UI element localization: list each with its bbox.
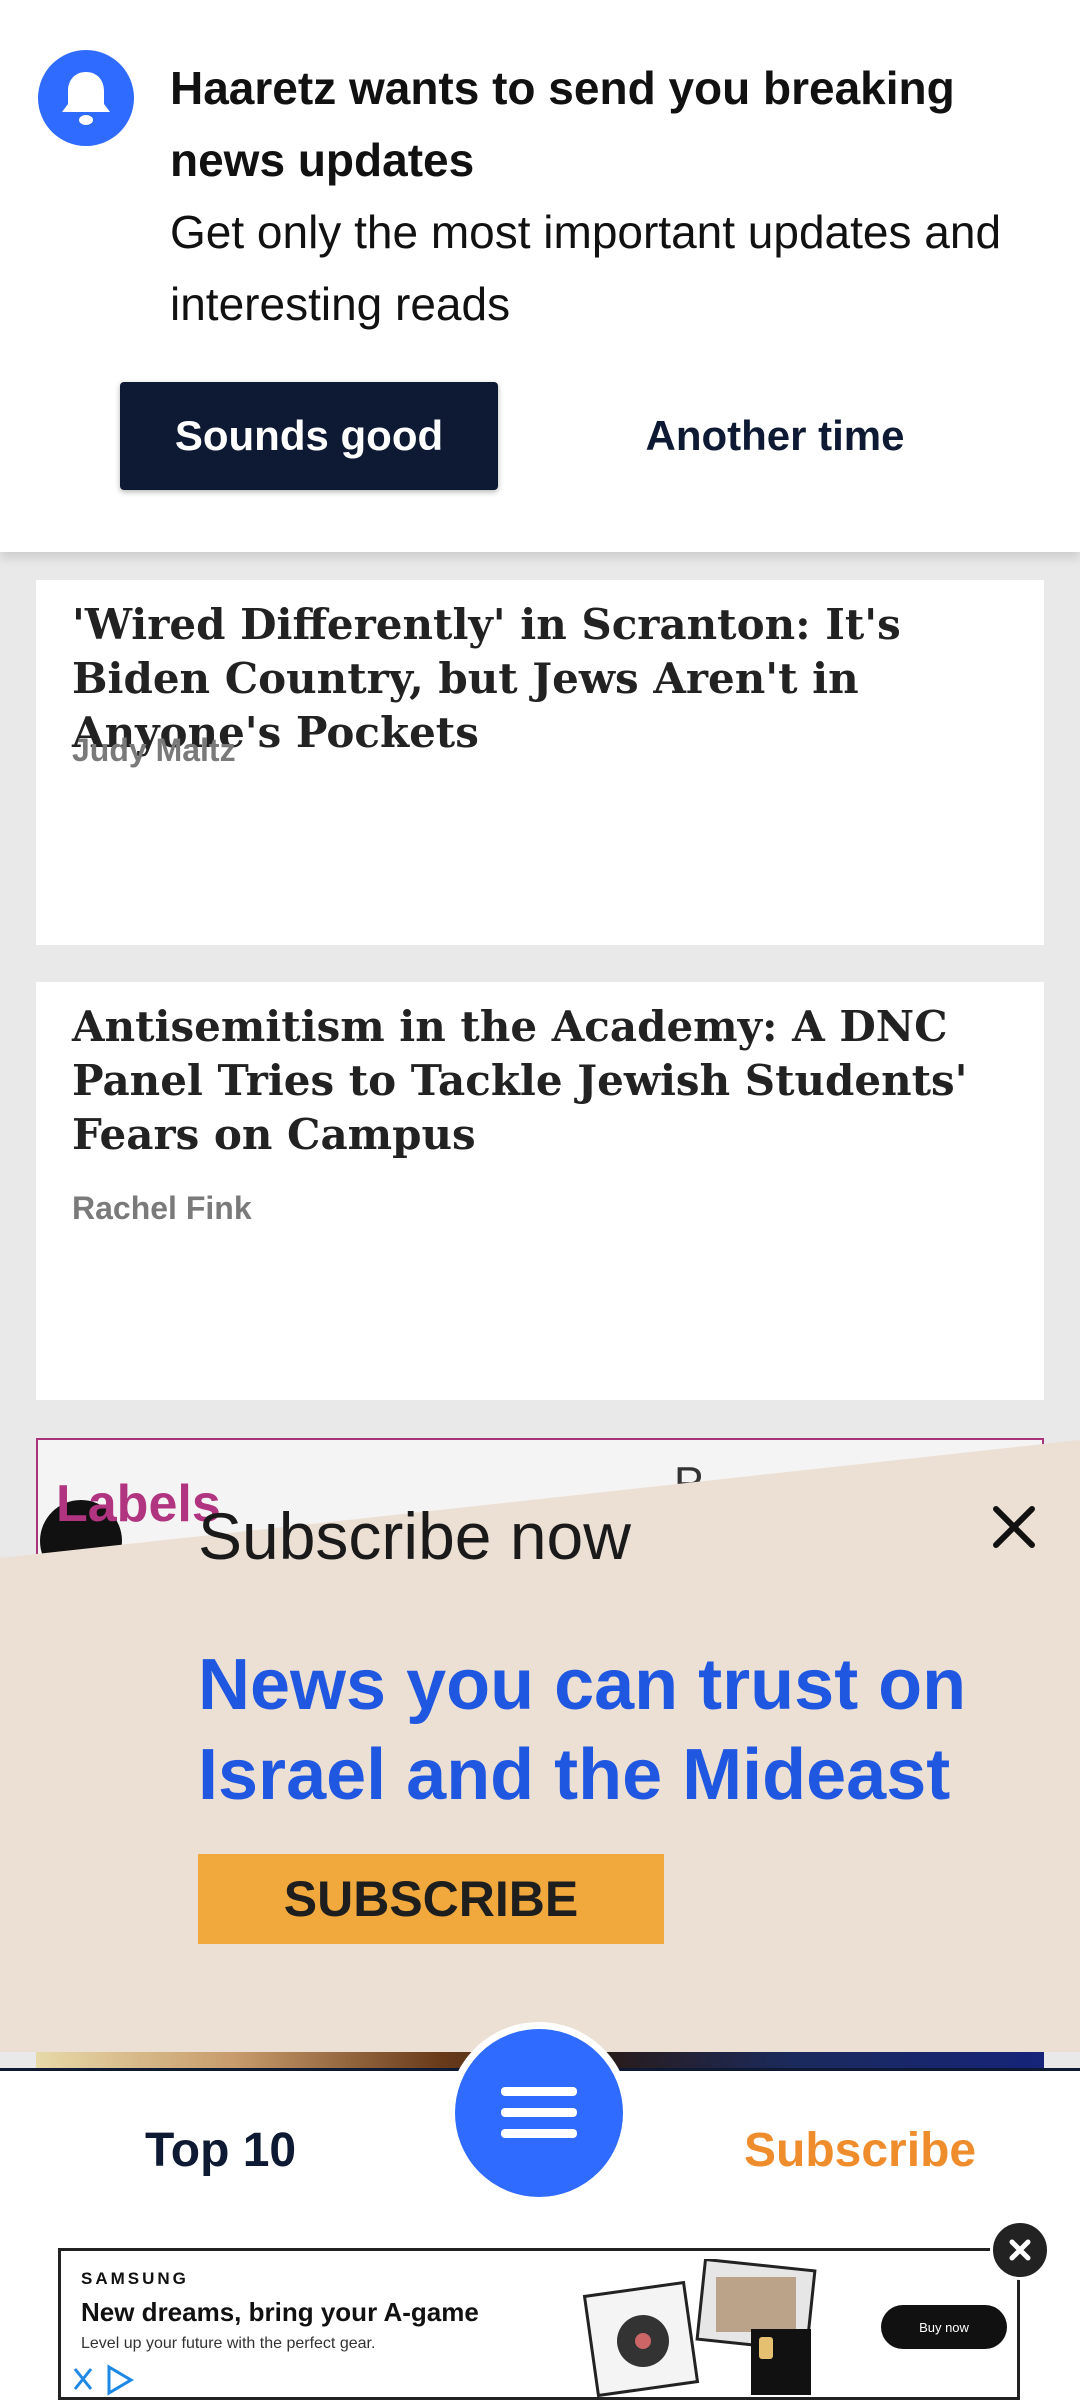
close-icon[interactable] xyxy=(976,1494,1040,1558)
ad-brand: SAMSUNG xyxy=(81,2269,189,2288)
notification-title: Haaretz wants to send you breaking news … xyxy=(170,62,955,186)
article-card[interactable]: 'Wired Differently' in Scranton: It's Bi… xyxy=(36,580,1044,945)
subscribe-link[interactable]: Subscribe xyxy=(744,2123,976,2178)
ad-headline: New dreams, bring your A-game xyxy=(81,2297,479,2327)
labels-tag: Labels xyxy=(56,1475,221,1533)
subscribe-headline: News you can trust on Israel and the Mid… xyxy=(198,1645,967,1815)
top-10-link[interactable]: Top 10 xyxy=(145,2123,296,2178)
subscribe-popup-title: Subscribe now xyxy=(198,1499,631,1573)
article-author[interactable]: Judy Maltz xyxy=(72,732,236,769)
article-card[interactable]: Antisemitism in the Academy: A DNC Panel… xyxy=(36,982,1044,1400)
sounds-good-button[interactable]: Sounds good xyxy=(120,382,498,490)
article-title[interactable]: Antisemitism in the Academy: A DNC Panel… xyxy=(72,1000,1032,1162)
ad-product-image xyxy=(582,2259,817,2397)
ad-choices-icon[interactable] xyxy=(71,2363,151,2397)
hamburger-menu-icon[interactable] xyxy=(448,2022,630,2204)
notification-body: Get only the most important updates and … xyxy=(170,206,1002,330)
ad-banner[interactable]: SAMSUNG New dreams, bring your A-game Le… xyxy=(58,2248,1020,2400)
ad-close-icon[interactable] xyxy=(990,2220,1050,2280)
bell-icon xyxy=(38,50,134,146)
ad-subtext: Level up your future with the perfect ge… xyxy=(81,2335,376,2352)
notification-prompt: Haaretz wants to send you breaking news … xyxy=(0,0,1080,552)
subscribe-button[interactable]: SUBSCRIBE xyxy=(198,1854,664,1944)
article-author[interactable]: Rachel Fink xyxy=(72,1190,252,1227)
ad-buy-now-button[interactable]: Buy now xyxy=(881,2305,1007,2349)
another-time-button[interactable]: Another time xyxy=(600,382,950,490)
